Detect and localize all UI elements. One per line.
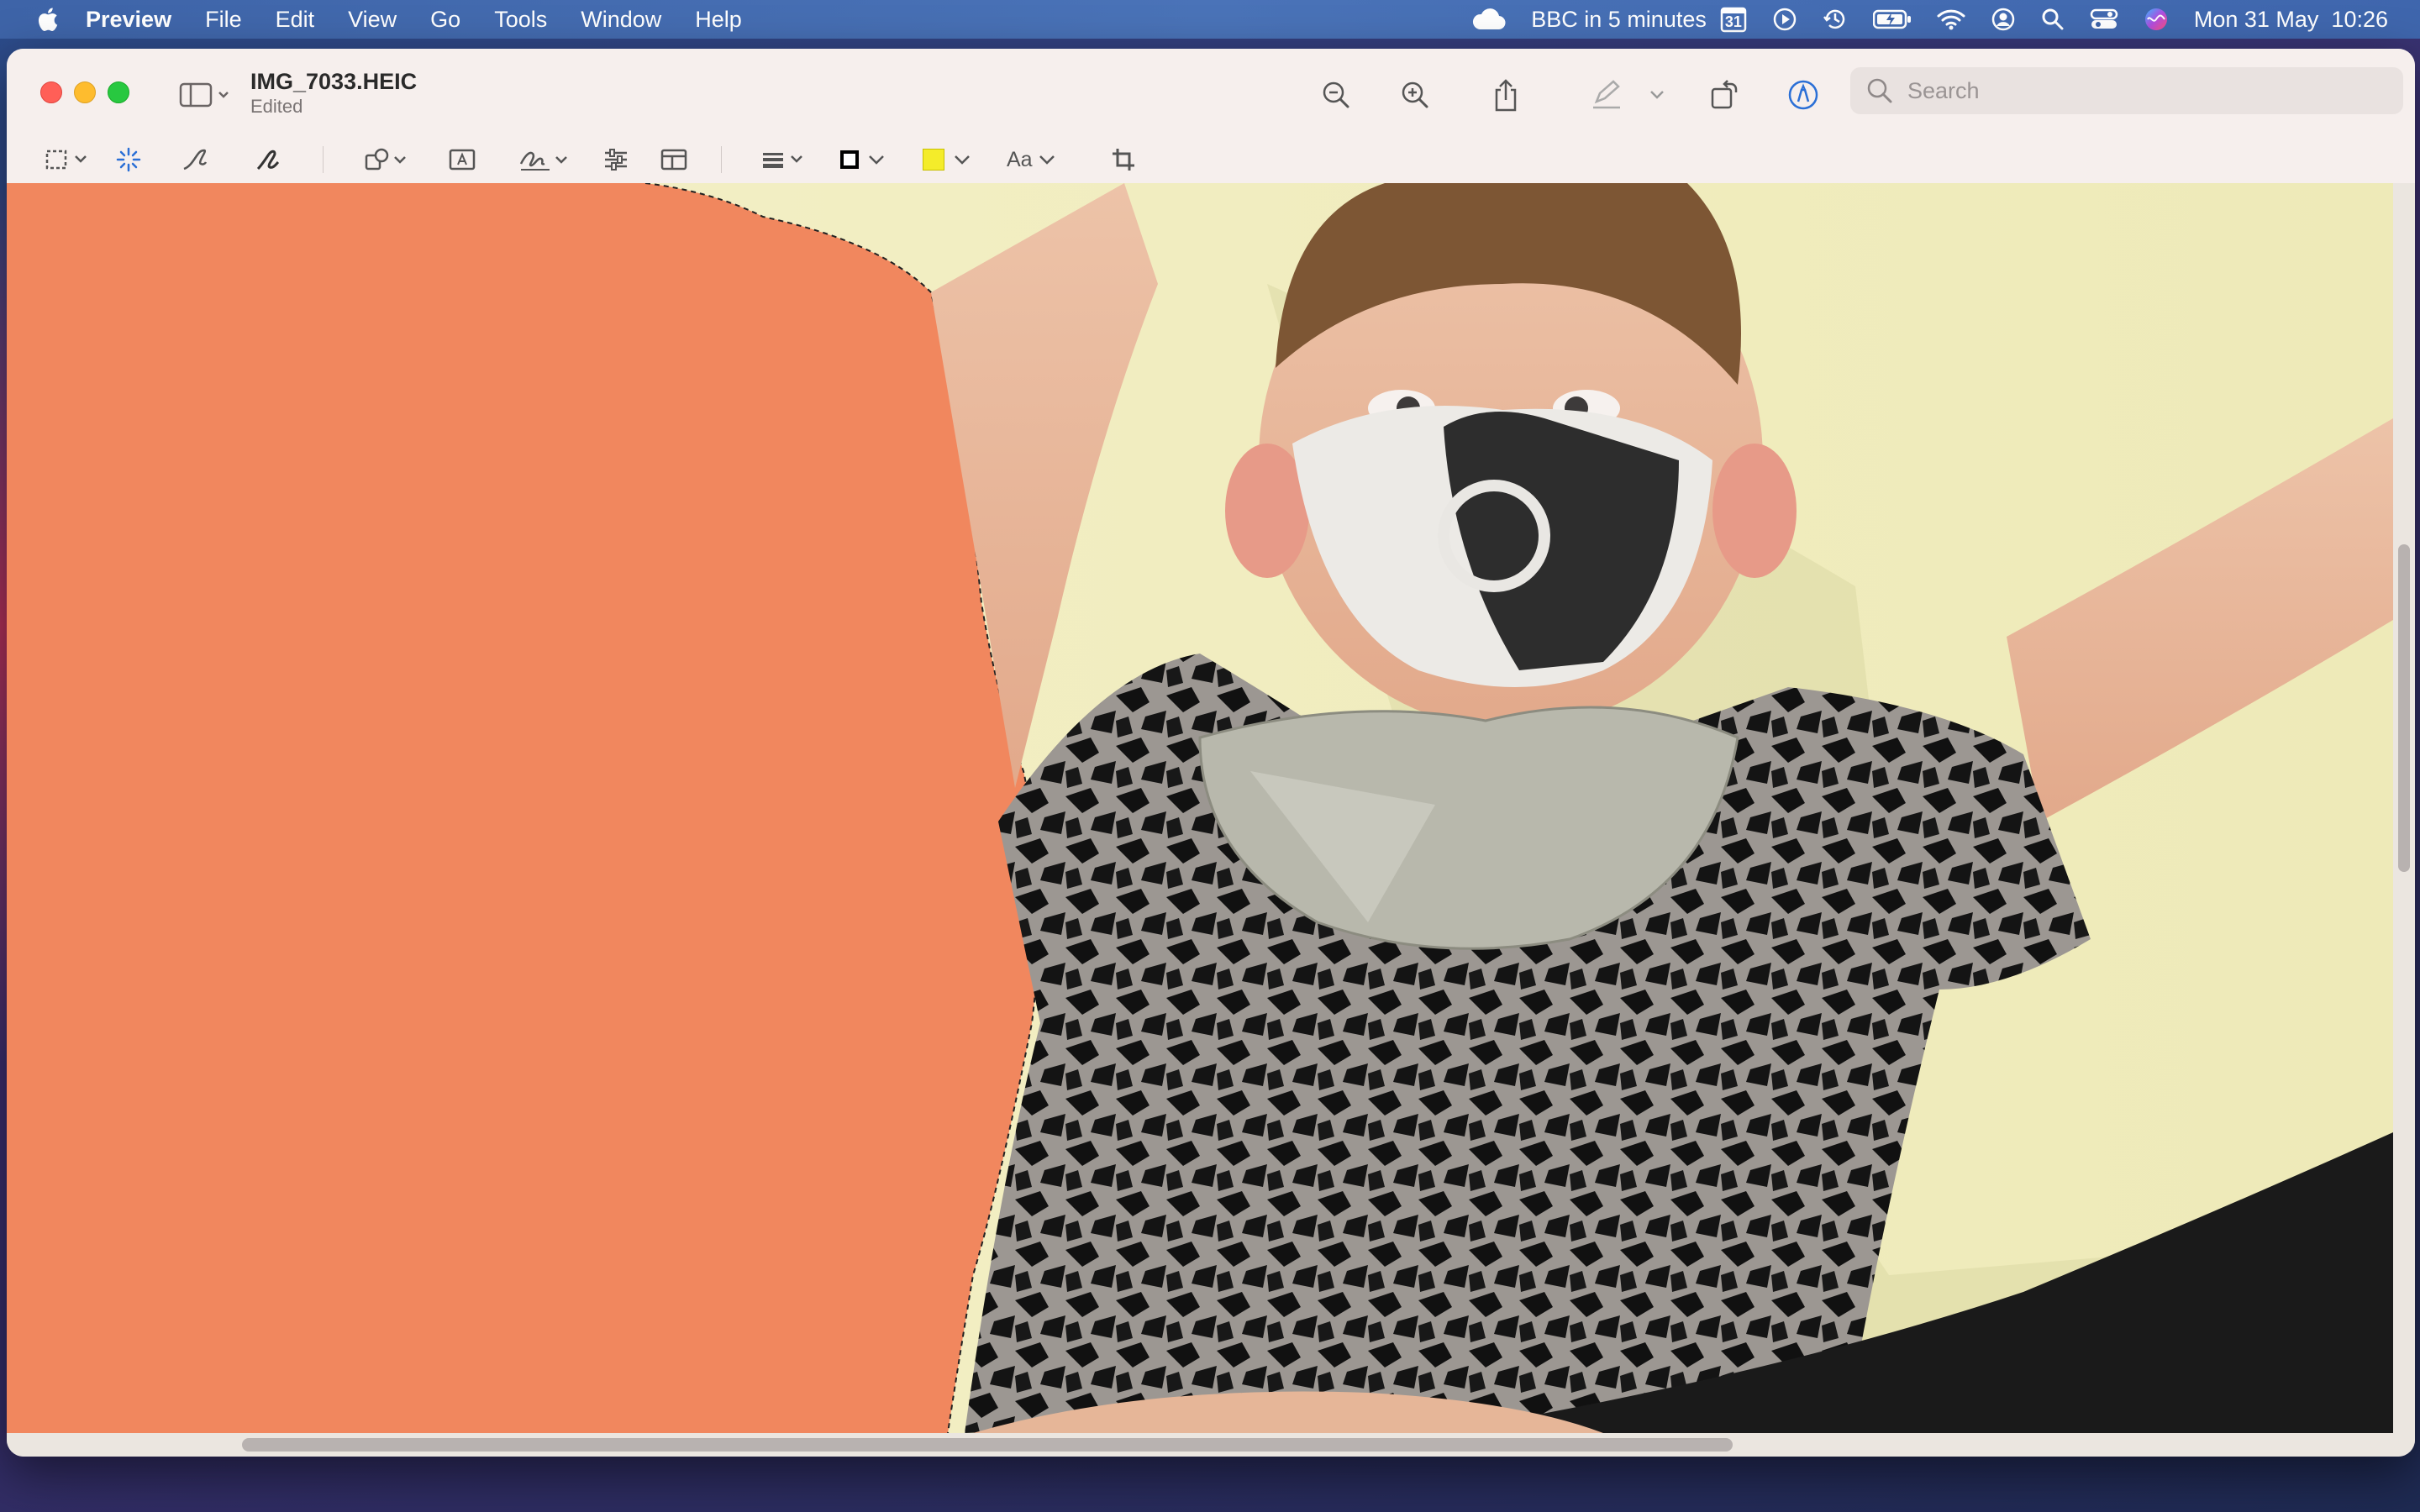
play-icon[interactable] — [1772, 7, 1797, 32]
user-icon[interactable] — [1991, 7, 2016, 32]
chevron-down-icon — [869, 155, 884, 165]
image-canvas[interactable] — [7, 183, 2415, 1457]
photo[interactable] — [7, 183, 2393, 1433]
sidebar-icon — [179, 82, 229, 108]
zoom-button[interactable] — [108, 81, 129, 103]
cloud-icon[interactable] — [1470, 8, 1506, 30]
search-field[interactable] — [1850, 67, 2403, 114]
border-color-menu[interactable] — [840, 143, 886, 176]
fill-color-swatch — [923, 149, 944, 171]
battery-icon[interactable] — [1872, 9, 1912, 29]
calendar-day: 31 — [1724, 13, 1742, 30]
highlight-menu-button[interactable] — [1640, 74, 1674, 116]
zoom-out-button[interactable] — [1311, 74, 1361, 116]
page-layout-icon — [660, 149, 687, 171]
toolbar-divider — [721, 146, 722, 173]
document-status: Edited — [250, 96, 303, 117]
sketch-tool[interactable] — [182, 143, 208, 176]
share-icon — [1495, 79, 1517, 112]
zoom-in-icon — [1402, 81, 1428, 108]
page-layout-tool[interactable] — [660, 143, 687, 176]
menu-edit[interactable]: Edit — [276, 7, 315, 33]
selection-icon — [45, 150, 87, 170]
ear-right — [1712, 444, 1797, 578]
text-style-menu[interactable]: Aa — [1007, 143, 1056, 176]
search-input[interactable] — [1906, 76, 2380, 105]
markup-toggle-button[interactable] — [1778, 74, 1828, 116]
adjust-color-icon — [605, 149, 627, 171]
rotate-icon — [1711, 80, 1738, 109]
menu-view[interactable]: View — [348, 7, 397, 33]
text-style-label: Aa — [1007, 147, 1033, 171]
menu-go[interactable]: Go — [430, 7, 460, 33]
markup-toolbar: Aa — [7, 136, 2415, 184]
highlight-icon — [1593, 80, 1620, 109]
horizontal-scrollbar[interactable] — [242, 1438, 1733, 1452]
instant-alpha-fill — [7, 183, 1039, 1433]
border-color-swatch — [840, 150, 859, 169]
document-title[interactable]: IMG_7033.HEIC — [250, 69, 417, 95]
app-menu-preview[interactable]: Preview — [86, 7, 171, 33]
crop-button[interactable] — [1111, 143, 1136, 176]
time-machine-icon[interactable] — [1823, 7, 1848, 32]
sidebar-toggle-button[interactable] — [171, 74, 239, 116]
crop-icon — [1113, 149, 1134, 171]
rotate-button[interactable] — [1699, 74, 1749, 116]
siri-icon[interactable] — [2144, 7, 2169, 32]
text-box-icon — [449, 149, 476, 171]
highlight-button[interactable] — [1581, 74, 1632, 116]
search-icon[interactable] — [2041, 8, 2065, 31]
menu-bar: Preview File Edit View Go Tools Window H… — [0, 0, 2420, 39]
toolbar-divider — [323, 146, 324, 173]
wifi-icon[interactable] — [1937, 8, 1965, 30]
draw-tool[interactable] — [255, 143, 282, 176]
chevron-down-icon — [1650, 91, 1664, 99]
calendar-icon[interactable]: 31 — [1720, 6, 1747, 33]
apple-icon[interactable] — [35, 6, 59, 33]
line-style-menu[interactable] — [761, 143, 808, 176]
menu-window[interactable]: Window — [581, 7, 661, 33]
adjust-color-tool[interactable] — [603, 143, 629, 176]
chevron-down-icon — [955, 155, 970, 165]
text-tool[interactable] — [449, 143, 476, 176]
instant-alpha-tool[interactable] — [116, 143, 141, 176]
shapes-tool[interactable] — [363, 143, 410, 176]
status-area: BBC in 5 minutes 31 Mon 31 May 10:26 — [1445, 0, 2388, 39]
upcoming-event[interactable]: BBC in 5 minutes — [1531, 7, 1707, 33]
sketch-icon — [183, 149, 208, 171]
control-center-icon[interactable] — [2090, 8, 2118, 31]
sign-tool[interactable] — [519, 143, 571, 176]
fill-color-menu[interactable] — [923, 143, 971, 176]
zoom-in-button[interactable] — [1390, 74, 1440, 116]
menu-file[interactable]: File — [205, 7, 242, 33]
line-style-icon — [763, 153, 802, 168]
sign-icon — [519, 151, 567, 171]
share-button[interactable] — [1481, 74, 1531, 116]
shapes-icon — [365, 148, 406, 171]
preview-window: IMG_7033.HEIC Edited Search Aa — [7, 49, 2415, 1457]
selection-tool[interactable] — [44, 143, 91, 176]
title-bar: IMG_7033.HEIC Edited — [7, 49, 2415, 136]
close-button[interactable] — [40, 81, 62, 103]
minimize-button[interactable] — [74, 81, 96, 103]
markup-icon — [1788, 80, 1818, 110]
vertical-scrollbar[interactable] — [2398, 544, 2410, 872]
clock[interactable]: Mon 31 May 10:26 — [2194, 7, 2388, 33]
draw-icon — [256, 150, 280, 171]
menu-help[interactable]: Help — [695, 7, 742, 33]
search-icon — [1867, 78, 1892, 103]
menu-tools[interactable]: Tools — [494, 7, 547, 33]
chevron-down-icon — [1039, 155, 1055, 165]
instant-alpha-icon — [116, 147, 141, 172]
zoom-out-icon — [1323, 81, 1349, 108]
